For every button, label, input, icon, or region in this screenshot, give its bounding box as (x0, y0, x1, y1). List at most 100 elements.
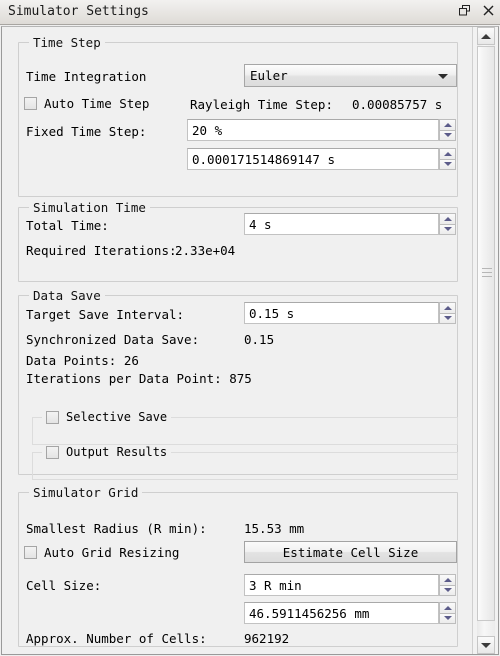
cell-size-mm-input[interactable]: 46.5911456256 mm (244, 602, 439, 624)
group-simulation-time-title: Simulation Time (29, 200, 150, 215)
spin-up-icon (443, 577, 452, 582)
selective-save-checkbox-box (46, 410, 59, 424)
estimate-cell-size-label: Estimate Cell Size (282, 544, 419, 560)
spin-up-icon (443, 305, 452, 310)
spin-up-icon (443, 216, 452, 221)
selective-save-checkbox[interactable]: Selective Save (42, 410, 172, 424)
close-icon[interactable] (481, 3, 496, 18)
spin-down-button[interactable] (439, 312, 456, 324)
spin-up-button[interactable] (439, 119, 456, 130)
time-integration-combobox[interactable]: Euler (244, 64, 457, 87)
close-glyph (483, 5, 494, 16)
auto-time-step-checkbox-box (24, 97, 37, 110)
spin-up-button[interactable] (439, 574, 456, 585)
float-restore-icon[interactable] (457, 3, 472, 18)
spin-down-button[interactable] (439, 223, 456, 235)
required-iterations-value: 2.33e+04 (175, 243, 236, 258)
cell-size-mm-spinner[interactable] (439, 602, 456, 624)
required-iterations-label: Required Iterations: (26, 243, 177, 258)
spin-up-icon (443, 151, 452, 156)
spin-up-button[interactable] (439, 602, 456, 613)
total-time-label: Total Time: (26, 218, 109, 233)
scroll-down-arrow-icon (481, 642, 491, 648)
auto-grid-resizing-checkbox-box (24, 546, 37, 559)
spin-up-button[interactable] (439, 213, 456, 224)
grip-line (482, 276, 492, 277)
cell-size-mm-value: 46.5911456256 mm (249, 605, 370, 621)
group-time-step-title: Time Step (29, 35, 105, 50)
time-integration-value: Euler (250, 68, 288, 83)
fixed-time-step-percent-spinner[interactable] (439, 119, 456, 141)
target-save-interval-value: 0.15 s (249, 305, 295, 321)
time-integration-label: Time Integration (26, 69, 147, 84)
spin-down-icon (443, 588, 452, 593)
approx-number-of-cells-label: Approx. Number of Cells: (26, 631, 207, 646)
smallest-radius-value: 15.53 mm (244, 521, 305, 536)
target-save-interval-label: Target Save Interval: (26, 307, 185, 322)
fixed-time-step-seconds-value: 0.000171514869147 s (192, 151, 335, 167)
scrollbar-thumb-grip (482, 268, 492, 280)
grip-line (482, 272, 492, 273)
estimate-cell-size-button[interactable]: Estimate Cell Size (244, 541, 457, 563)
scroll-up-arrow-icon (481, 33, 491, 39)
spin-up-icon (443, 122, 452, 127)
spin-down-button[interactable] (439, 158, 456, 170)
scroll-down-button[interactable] (477, 636, 495, 654)
total-time-value: 4 s (249, 216, 272, 232)
window-title: Simulator Settings (8, 4, 149, 19)
spin-down-icon (443, 227, 452, 232)
spin-up-icon (443, 605, 452, 610)
synchronized-data-save-value: 0.15 (244, 332, 275, 347)
spin-down-button[interactable] (439, 129, 456, 141)
smallest-radius-label: Smallest Radius (R min): (26, 521, 207, 536)
settings-scroll-area: Time Step Time Integration Euler Auto Ti… (2, 27, 472, 654)
cell-size-value: 3 R min (249, 577, 302, 593)
scroll-up-button[interactable] (477, 27, 495, 45)
spin-down-icon (443, 162, 452, 167)
rayleigh-time-step-value: 0.00085757 s (352, 97, 443, 112)
spin-down-icon (443, 616, 452, 621)
title-bar: Simulator Settings (0, 0, 500, 25)
title-bar-buttons (457, 3, 496, 18)
spin-down-button[interactable] (439, 584, 456, 596)
synchronized-data-save-label: Synchronized Data Save: (26, 332, 200, 347)
group-collisions-title: Collisions (29, 652, 113, 654)
spin-up-button[interactable] (439, 148, 456, 159)
grip-line (482, 268, 492, 269)
output-results-checkbox-box (46, 445, 59, 459)
fixed-time-step-percent-input[interactable]: 20 % (187, 119, 439, 141)
output-results-label: Output Results (66, 445, 168, 459)
output-results-checkbox[interactable]: Output Results (42, 445, 172, 459)
simulator-settings-window: Simulator Settings Time Step Time Integr… (0, 0, 500, 656)
target-save-interval-input[interactable]: 0.15 s (244, 302, 439, 324)
total-time-spinner[interactable] (439, 213, 456, 235)
selective-save-label: Selective Save (66, 410, 168, 424)
fixed-time-step-seconds-input[interactable]: 0.000171514869147 s (187, 148, 439, 170)
total-time-input[interactable]: 4 s (244, 213, 439, 235)
spin-down-icon (443, 316, 452, 321)
data-points-label: Data Points: 26 (26, 353, 139, 368)
spin-down-button[interactable] (439, 612, 456, 624)
settings-client-area: Time Step Time Integration Euler Auto Ti… (1, 26, 499, 655)
group-simulator-grid-title: Simulator Grid (29, 485, 143, 500)
fixed-time-step-label: Fixed Time Step: (26, 124, 147, 139)
chevron-down-icon (438, 74, 448, 79)
cell-size-label: Cell Size: (26, 578, 102, 593)
approx-number-of-cells-value: 962192 (244, 631, 290, 646)
rayleigh-time-step-label: Rayleigh Time Step: (190, 97, 333, 112)
cell-size-input[interactable]: 3 R min (244, 574, 439, 596)
spin-up-button[interactable] (439, 302, 456, 313)
fixed-time-step-percent-value: 20 % (192, 122, 223, 138)
group-data-save-title: Data Save (29, 288, 105, 303)
iterations-per-data-point-label: Iterations per Data Point: 875 (26, 371, 252, 386)
auto-time-step-checkbox[interactable]: Auto Time Step (24, 96, 149, 111)
cell-size-spinner[interactable] (439, 574, 456, 596)
float-restore-glyph (459, 5, 470, 16)
vertical-scrollbar[interactable] (472, 27, 498, 654)
spin-down-icon (443, 133, 452, 138)
fixed-time-step-seconds-spinner[interactable] (439, 148, 456, 170)
target-save-interval-spinner[interactable] (439, 302, 456, 324)
auto-time-step-label: Auto Time Step (44, 96, 150, 111)
scrollbar-thumb[interactable] (477, 46, 495, 621)
auto-grid-resizing-checkbox[interactable]: Auto Grid Resizing (24, 545, 179, 560)
